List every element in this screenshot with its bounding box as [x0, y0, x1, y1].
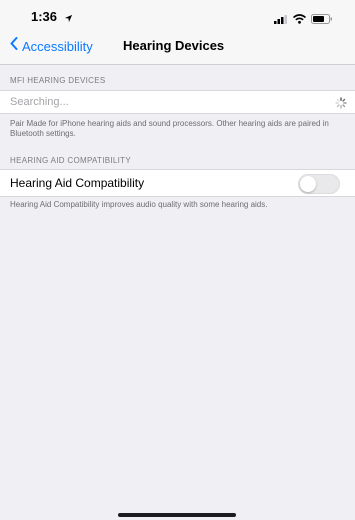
- location-arrow-icon: [64, 10, 73, 28]
- navigation-bar: Accessibility Hearing Devices: [0, 30, 355, 65]
- hac-section-footer: Hearing Aid Compatibility improves audio…: [10, 200, 268, 209]
- signal-icon: [274, 11, 288, 29]
- hac-row: Hearing Aid Compatibility: [0, 169, 355, 197]
- hac-row-label: Hearing Aid Compatibility: [10, 176, 145, 190]
- searching-row: Searching...: [0, 90, 355, 114]
- battery-icon: [311, 11, 333, 29]
- searching-label: Searching...: [10, 96, 69, 108]
- status-time: 1:36: [31, 9, 58, 24]
- spinner-icon: [335, 96, 347, 114]
- status-bar: 1:36: [0, 0, 355, 30]
- hac-toggle[interactable]: [298, 174, 340, 194]
- mfi-section-footer: Pair Made for iPhone hearing aids and so…: [10, 119, 329, 138]
- toggle-knob: [300, 176, 316, 192]
- status-icons: [274, 11, 333, 29]
- chevron-left-icon: [10, 37, 18, 55]
- back-label: Accessibility: [22, 38, 93, 54]
- wifi-icon: [292, 11, 307, 29]
- back-button[interactable]: Accessibility: [10, 37, 93, 55]
- home-indicator[interactable]: [118, 513, 236, 517]
- page-title: Hearing Devices: [123, 38, 225, 53]
- mfi-section-header: MFI HEARING DEVICES: [10, 76, 106, 85]
- hac-section-header: HEARING AID COMPATIBILITY: [10, 156, 131, 165]
